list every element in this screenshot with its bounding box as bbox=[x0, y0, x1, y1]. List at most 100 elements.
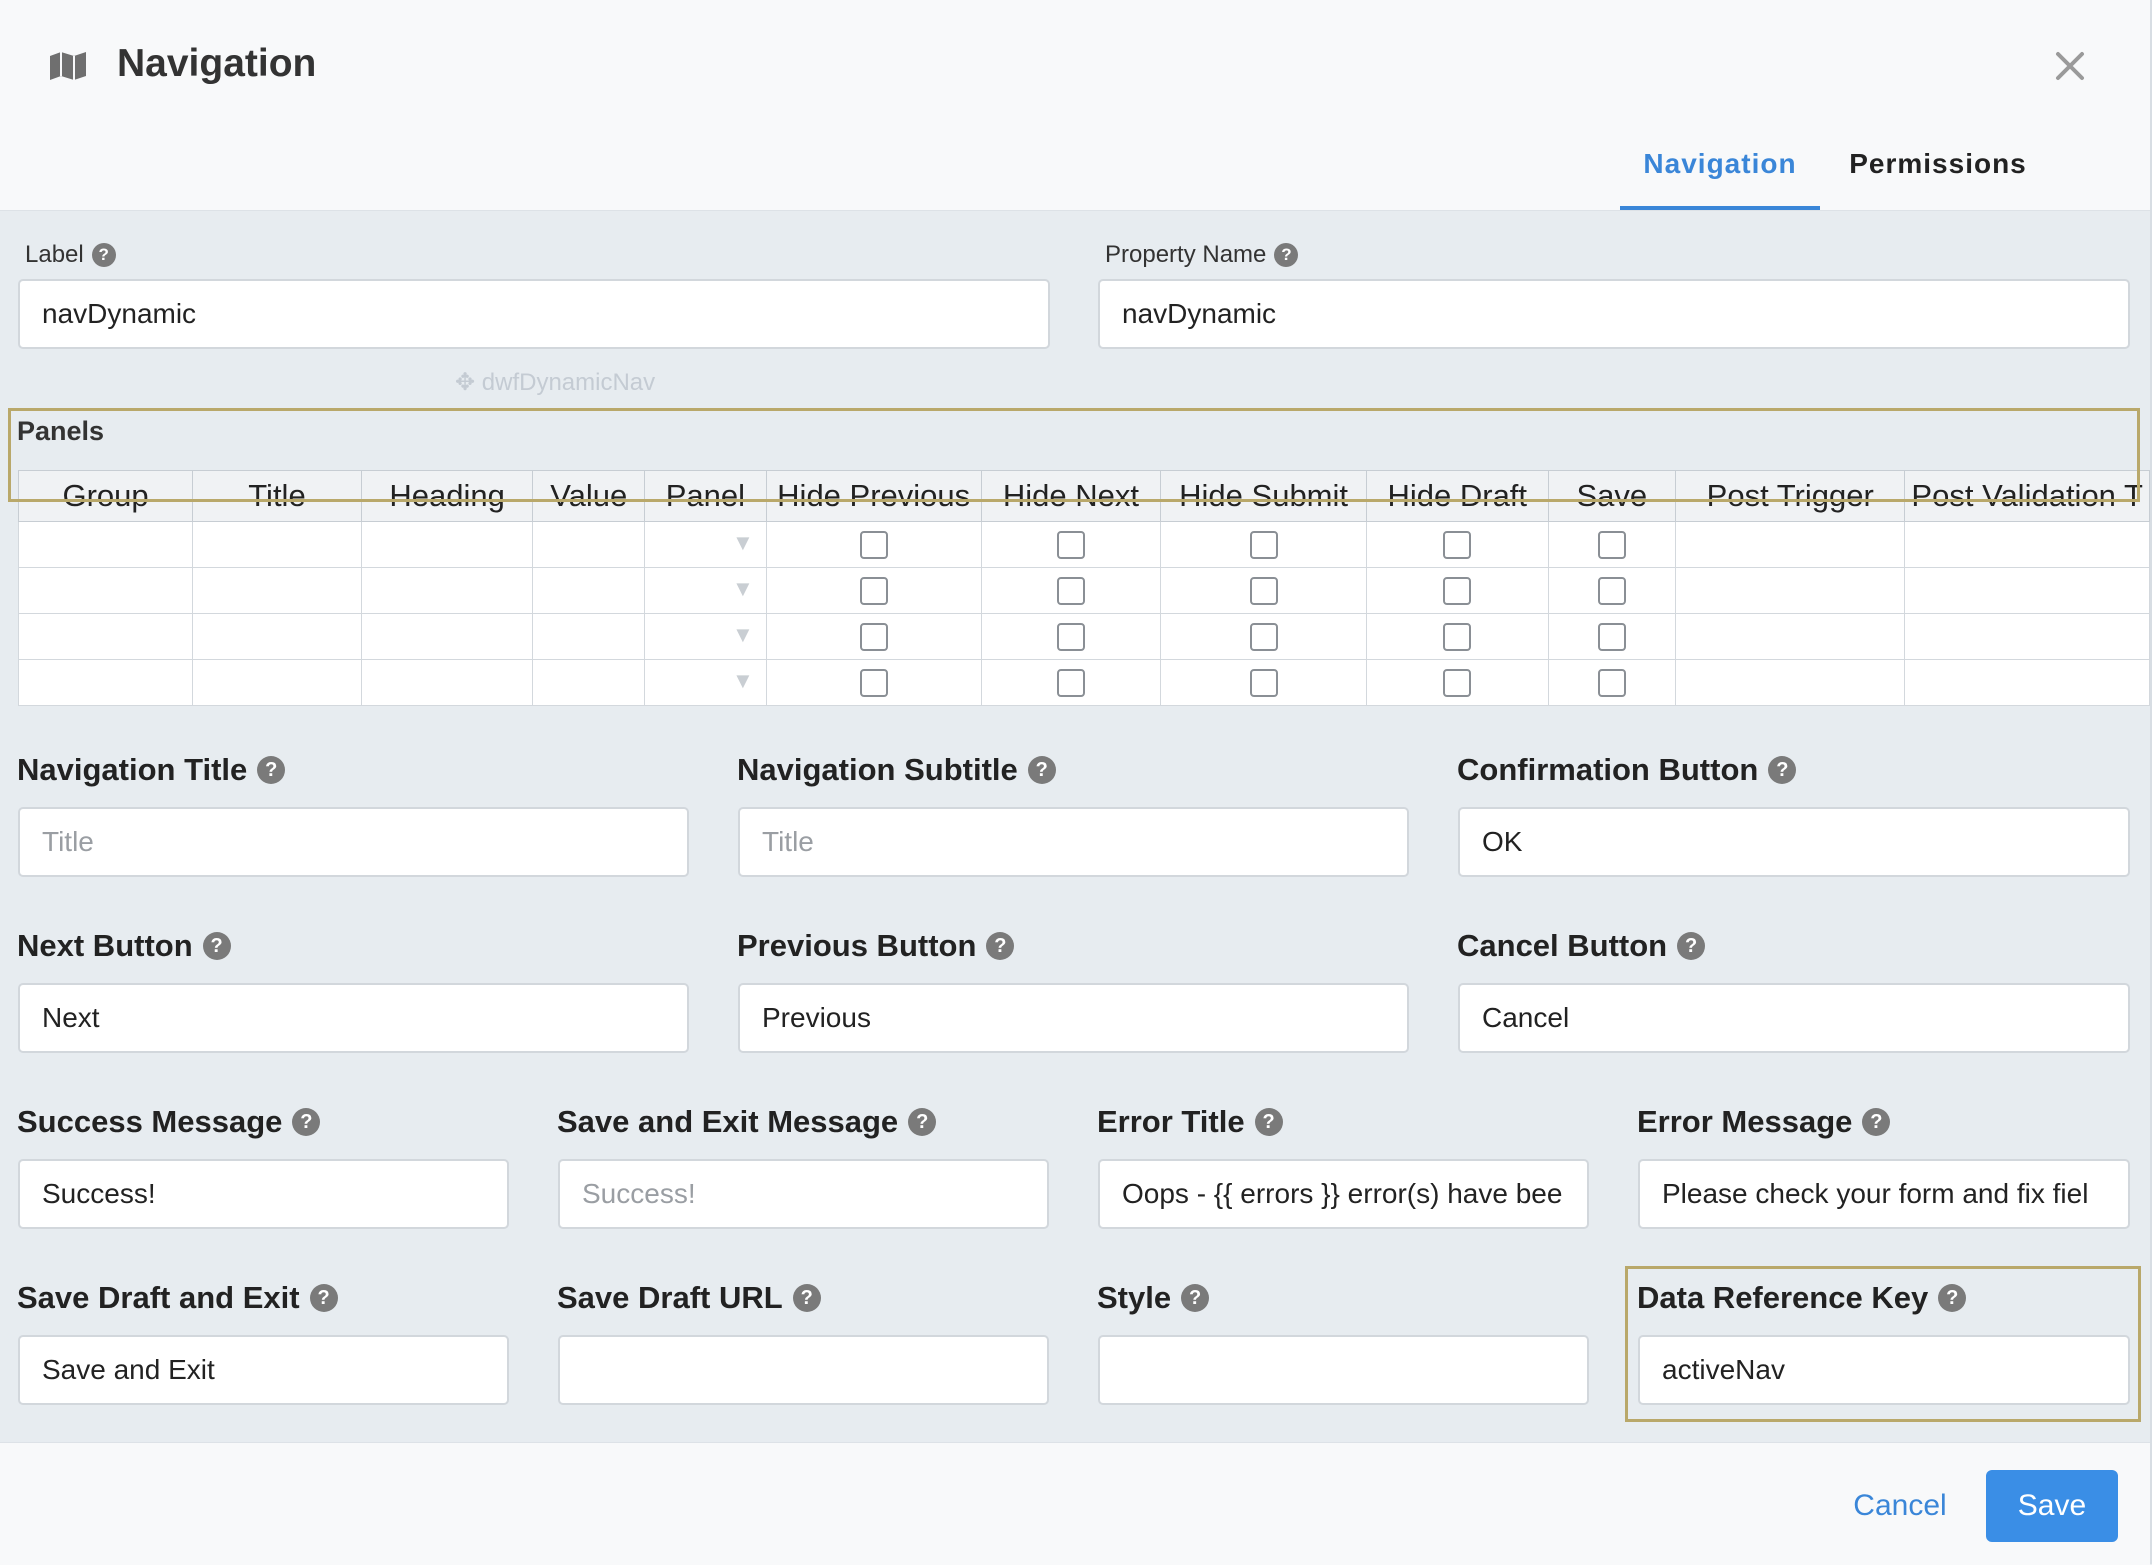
table-cell[interactable] bbox=[1547, 613, 1677, 660]
checkbox[interactable] bbox=[859, 622, 888, 651]
checkbox[interactable] bbox=[1597, 576, 1626, 605]
previous-button-input[interactable]: Previous bbox=[738, 983, 1409, 1053]
table-cell[interactable]: ▼ bbox=[644, 613, 767, 660]
style-input[interactable] bbox=[1098, 1335, 1589, 1405]
checkbox[interactable] bbox=[1249, 576, 1278, 605]
dropdown-arrow-icon[interactable]: ▼ bbox=[732, 530, 754, 556]
table-cell[interactable] bbox=[1160, 613, 1367, 660]
help-icon[interactable]: ? bbox=[309, 1284, 338, 1312]
table-cell[interactable] bbox=[1904, 567, 2150, 614]
checkbox[interactable] bbox=[1249, 622, 1278, 651]
table-cell[interactable] bbox=[1365, 659, 1549, 706]
help-icon[interactable]: ? bbox=[986, 932, 1015, 960]
table-cell[interactable]: ▼ bbox=[644, 567, 767, 614]
table-cell[interactable] bbox=[765, 613, 982, 660]
tab-navigation[interactable]: Navigation bbox=[1620, 148, 1820, 210]
table-cell[interactable] bbox=[360, 521, 534, 568]
table-cell[interactable] bbox=[1547, 567, 1677, 614]
table-cell[interactable] bbox=[192, 659, 362, 706]
help-icon[interactable]: ? bbox=[1677, 932, 1706, 960]
table-cell[interactable] bbox=[980, 521, 1162, 568]
close-icon[interactable] bbox=[2050, 46, 2090, 86]
help-icon[interactable]: ? bbox=[1254, 1108, 1283, 1136]
checkbox[interactable] bbox=[1597, 668, 1626, 697]
table-cell[interactable]: ▼ bbox=[644, 521, 767, 568]
cancel-button-input[interactable]: Cancel bbox=[1458, 983, 2130, 1053]
table-cell[interactable] bbox=[1675, 567, 1906, 614]
help-icon[interactable]: ? bbox=[202, 932, 231, 960]
table-cell[interactable] bbox=[1675, 613, 1906, 660]
table-cell[interactable] bbox=[765, 567, 982, 614]
table-cell[interactable] bbox=[1547, 659, 1677, 706]
table-cell[interactable] bbox=[1904, 521, 2150, 568]
table-cell[interactable] bbox=[17, 521, 194, 568]
table-cell[interactable] bbox=[980, 613, 1162, 660]
checkbox[interactable] bbox=[1443, 530, 1472, 559]
save-exit-message-input[interactable]: Success! bbox=[558, 1159, 1049, 1229]
checkbox[interactable] bbox=[1056, 668, 1085, 697]
table-cell[interactable] bbox=[532, 567, 646, 614]
table-cell[interactable] bbox=[1675, 659, 1906, 706]
table-cell[interactable] bbox=[1365, 567, 1549, 614]
table-cell[interactable] bbox=[1675, 521, 1906, 568]
table-cell[interactable] bbox=[532, 521, 646, 568]
table-cell[interactable] bbox=[1365, 613, 1549, 660]
table-cell[interactable] bbox=[1160, 521, 1367, 568]
table-cell[interactable] bbox=[765, 659, 982, 706]
confirmation-button-input[interactable]: OK bbox=[1458, 807, 2130, 877]
table-cell[interactable] bbox=[17, 613, 194, 660]
error-message-input[interactable]: Please check your form and fix fiel bbox=[1638, 1159, 2130, 1229]
help-icon[interactable]: ? bbox=[91, 243, 116, 267]
dropdown-arrow-icon[interactable]: ▼ bbox=[732, 668, 754, 694]
checkbox[interactable] bbox=[1597, 530, 1626, 559]
table-cell[interactable] bbox=[192, 521, 362, 568]
label-input[interactable]: navDynamic bbox=[18, 279, 1050, 349]
help-icon[interactable]: ? bbox=[1768, 756, 1797, 784]
checkbox[interactable] bbox=[1443, 668, 1472, 697]
table-cell[interactable] bbox=[1160, 567, 1367, 614]
checkbox[interactable] bbox=[1056, 530, 1085, 559]
checkbox[interactable] bbox=[1056, 622, 1085, 651]
dropdown-arrow-icon[interactable]: ▼ bbox=[732, 622, 754, 648]
table-cell[interactable] bbox=[980, 567, 1162, 614]
data-reference-key-input[interactable]: activeNav bbox=[1638, 1335, 2130, 1405]
checkbox[interactable] bbox=[859, 576, 888, 605]
checkbox[interactable] bbox=[859, 668, 888, 697]
navigation-subtitle-input[interactable]: Title bbox=[738, 807, 1409, 877]
navigation-title-input[interactable]: Title bbox=[18, 807, 689, 877]
checkbox[interactable] bbox=[1249, 668, 1278, 697]
dropdown-arrow-icon[interactable]: ▼ bbox=[732, 576, 754, 602]
help-icon[interactable]: ? bbox=[1938, 1284, 1967, 1312]
help-icon[interactable]: ? bbox=[257, 756, 286, 784]
table-cell[interactable] bbox=[360, 567, 534, 614]
save-draft-exit-input[interactable]: Save and Exit bbox=[18, 1335, 509, 1405]
save-draft-url-input[interactable] bbox=[558, 1335, 1049, 1405]
checkbox[interactable] bbox=[1597, 622, 1626, 651]
table-cell[interactable] bbox=[17, 659, 194, 706]
help-icon[interactable]: ? bbox=[1027, 756, 1056, 784]
checkbox[interactable] bbox=[1443, 576, 1472, 605]
help-icon[interactable]: ? bbox=[908, 1108, 937, 1136]
table-cell[interactable]: ▼ bbox=[644, 659, 767, 706]
table-cell[interactable] bbox=[1365, 521, 1549, 568]
save-button[interactable]: Save bbox=[1986, 1470, 2118, 1542]
help-icon[interactable]: ? bbox=[1862, 1108, 1891, 1136]
table-cell[interactable] bbox=[532, 659, 646, 706]
checkbox[interactable] bbox=[1443, 622, 1472, 651]
next-button-input[interactable]: Next bbox=[18, 983, 689, 1053]
table-cell[interactable] bbox=[1904, 613, 2150, 660]
checkbox[interactable] bbox=[859, 530, 888, 559]
checkbox[interactable] bbox=[1056, 576, 1085, 605]
table-cell[interactable] bbox=[1160, 659, 1367, 706]
checkbox[interactable] bbox=[1249, 530, 1278, 559]
table-cell[interactable] bbox=[360, 613, 534, 660]
help-icon[interactable]: ? bbox=[1274, 243, 1299, 267]
table-cell[interactable] bbox=[360, 659, 534, 706]
table-cell[interactable] bbox=[1547, 521, 1677, 568]
help-icon[interactable]: ? bbox=[1181, 1284, 1210, 1312]
table-cell[interactable] bbox=[532, 613, 646, 660]
table-cell[interactable] bbox=[192, 567, 362, 614]
tab-permissions[interactable]: Permissions bbox=[1840, 148, 2036, 210]
table-cell[interactable] bbox=[1904, 659, 2150, 706]
help-icon[interactable]: ? bbox=[792, 1284, 821, 1312]
